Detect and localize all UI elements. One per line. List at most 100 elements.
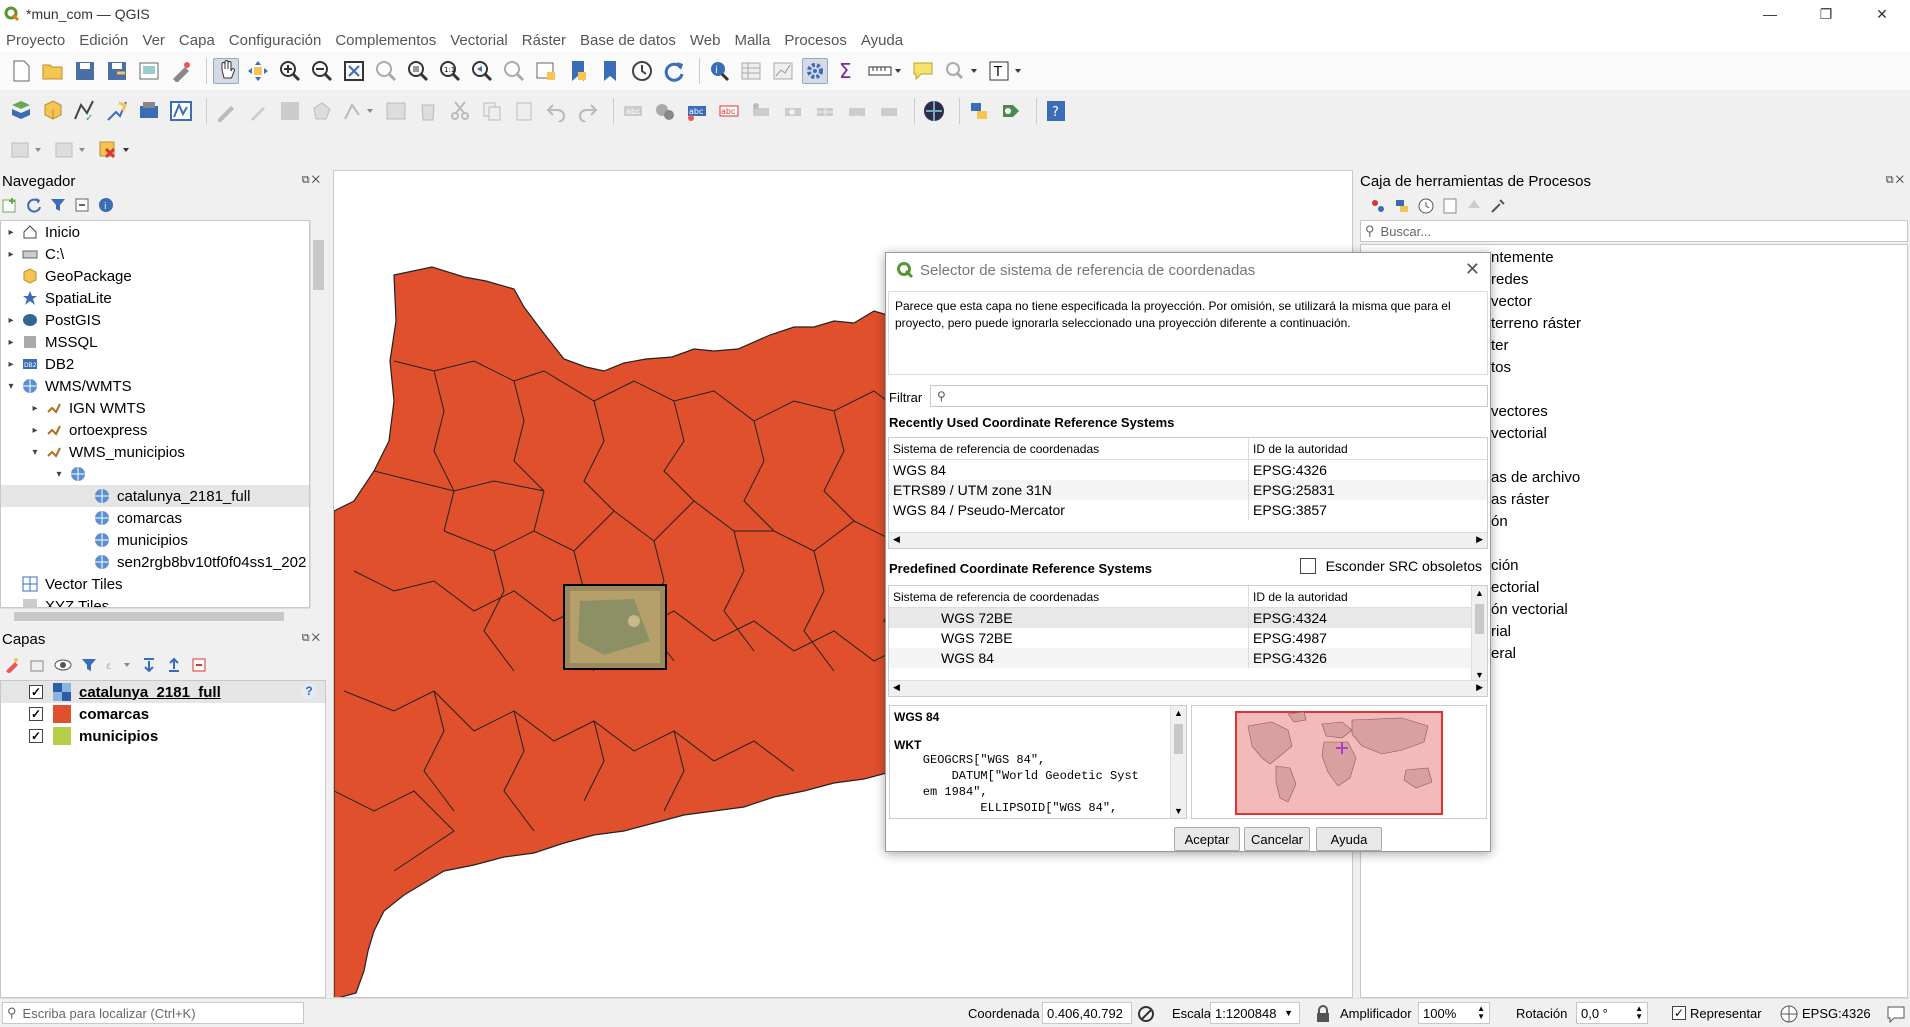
hide-deprecated-option[interactable]: Esconder SRC obsoletos [1299,558,1482,574]
rotation-field[interactable]: 0,0 ° ▲ ▼ [1576,1002,1648,1024]
close-icon[interactable]: ✕ [1465,259,1480,280]
menu-vectorial[interactable]: Vectorial [450,32,508,49]
expand-right-arrow-icon[interactable]: ▸ [5,227,17,238]
browser-item[interactable]: catalunya_2181_full [1,485,309,507]
add-group-icon[interactable] [29,657,45,673]
browser-item[interactable]: ▸ Inicio [1,221,309,243]
scroll-left-icon[interactable]: ◀ [893,534,900,545]
browser-item[interactable]: XYZ Tiles [1,595,309,607]
browser-item[interactable]: ▾ WMS/WMTS [1,375,309,397]
recent-crs-row[interactable]: WGS 84 EPSG:4326 [889,460,1487,480]
layer-unknown-crs-icon[interactable]: ? [301,683,317,699]
new-geopackage-layer-icon[interactable] [40,98,66,124]
toolbox-group-item[interactable]: ectorial [1491,579,1539,596]
new-virtual-layer-icon[interactable] [136,98,162,124]
browser-item[interactable]: comarcas [1,507,309,529]
layer-row-comarcas[interactable]: ✓ comarcas [1,703,325,725]
expand-right-arrow-icon[interactable]: ▸ [29,403,41,414]
scroll-down-icon[interactable]: ▼ [1174,806,1183,816]
menu-complementos[interactable]: Complementos [335,32,436,49]
toolbox-group-item[interactable]: as ráster [1491,491,1549,508]
temporal-controller-icon[interactable] [629,58,655,84]
add-layer-icon[interactable] [2,197,18,213]
menu-base-de-datos[interactable]: Base de datos [580,32,676,49]
browser-horizontal-scrollbar[interactable] [0,608,310,624]
redo-icon[interactable] [575,98,601,124]
expand-all-icon[interactable] [141,657,157,673]
browser-item[interactable]: ▸ MSSQL [1,331,309,353]
scroll-left-icon[interactable]: ◀ [893,682,900,693]
new-project-icon[interactable] [8,58,34,84]
identify-icon[interactable]: i [706,58,732,84]
render-checkbox[interactable]: ✓ [1672,1006,1686,1020]
locator-search-icon[interactable] [942,58,980,84]
restore-button[interactable]: ❐ [1798,0,1854,28]
magnifier-field[interactable]: 100% ▲ ▼ [1418,1002,1490,1024]
scroll-down-icon[interactable]: ▼ [1475,670,1484,680]
filter-by-expression-icon[interactable]: ε [106,657,132,673]
new-shapefile-layer-icon[interactable]: ✓ [72,98,98,124]
open-project-icon[interactable] [40,58,66,84]
toolbox-group-item[interactable]: ter [1491,337,1509,354]
toolbox-group-item[interactable]: ón [1491,513,1508,530]
expand-right-arrow-icon[interactable]: ▸ [5,249,17,260]
minimize-button[interactable]: — [1742,0,1798,28]
toggle-extents-icon[interactable] [1138,1005,1158,1023]
remove-layer-icon[interactable] [191,657,207,673]
results-viewer-icon[interactable] [1442,198,1458,214]
save-edits-icon[interactable] [277,98,303,124]
print-layout-icon[interactable] [136,58,162,84]
browser-item[interactable]: ▸ IGN WMTS [1,397,309,419]
new-bookmark-icon[interactable] [565,58,591,84]
zoom-full-icon[interactable] [341,58,367,84]
menu-edicion[interactable]: Edición [79,32,128,49]
locator-input[interactable]: ⚲ Escriba para localizar (Ctrl+K) [2,1002,304,1024]
rotate-label-icon[interactable] [844,98,870,124]
column-header-crs[interactable]: Sistema de referencia de coordenadas [889,438,1249,459]
browser-item[interactable]: ▸ DB2 DB2 [1,353,309,375]
recent-table-horizontal-scrollbar[interactable]: ◀ ▶ [889,532,1487,548]
scroll-right-icon[interactable]: ▶ [1476,682,1483,693]
scale-field[interactable]: 1:1200848 ▼ [1210,1002,1300,1024]
new-spatialite-layer-icon[interactable] [168,98,194,124]
browser-vertical-scrollbar[interactable] [310,220,326,608]
filter-legend-icon[interactable] [81,657,97,673]
expand-right-arrow-icon[interactable]: ▸ [5,359,17,370]
toolbox-group-item[interactable]: rial [1491,623,1511,640]
predefined-table-vertical-scrollbar[interactable]: ▲ ▼ [1471,586,1487,682]
menu-web[interactable]: Web [690,32,721,49]
browser-item[interactable]: ▸ C:\ [1,243,309,265]
show-bookmarks-icon[interactable] [597,58,623,84]
statistics-summary-icon[interactable] [770,58,796,84]
browser-item[interactable]: SpatiaLite [1,287,309,309]
column-header-crs[interactable]: Sistema de referencia de coordenadas [889,586,1249,607]
hide-deprecated-checkbox[interactable] [1299,558,1316,574]
vertex-tool-icon[interactable] [341,98,377,124]
statistics-sum-icon[interactable]: Σ [834,58,860,84]
text-annotation-icon[interactable]: T [986,58,1024,84]
manage-map-themes-icon[interactable] [54,657,72,673]
change-label-icon[interactable] [876,98,902,124]
history-icon[interactable] [1418,198,1434,214]
browser-item[interactable]: ▾ [1,463,309,485]
scroll-right-icon[interactable]: ▶ [1476,534,1483,545]
scripts-icon[interactable] [1394,198,1410,214]
layer-visibility-checkbox[interactable]: ✓ [29,685,43,699]
collapse-all-icon[interactable] [74,197,90,213]
expand-right-arrow-icon[interactable]: ▸ [5,337,17,348]
label-settings-icon[interactable]: abc [684,98,710,124]
add-polygon-icon[interactable] [309,98,335,124]
predefined-table-horizontal-scrollbar[interactable]: ◀ ▶ [889,680,1487,696]
zoom-to-layer-icon[interactable] [405,58,431,84]
expand-down-arrow-icon[interactable]: ▾ [5,381,17,392]
menu-capa[interactable]: Capa [179,32,215,49]
layers-panel-float-close-icon[interactable]: ⧉✕ [302,632,322,645]
open-attribute-table-icon[interactable] [738,58,764,84]
zoom-out-icon[interactable] [309,58,335,84]
toolbox-group-item[interactable]: vectorial [1491,425,1547,442]
column-header-authority-id[interactable]: ID de la autoridad [1249,586,1487,607]
toolbox-group-item[interactable]: tos [1491,359,1511,376]
expand-right-arrow-icon[interactable]: ▸ [5,315,17,326]
expand-down-arrow-icon[interactable]: ▾ [29,447,41,458]
predefined-crs-row[interactable]: WGS 72BE EPSG:4987 [889,628,1487,648]
